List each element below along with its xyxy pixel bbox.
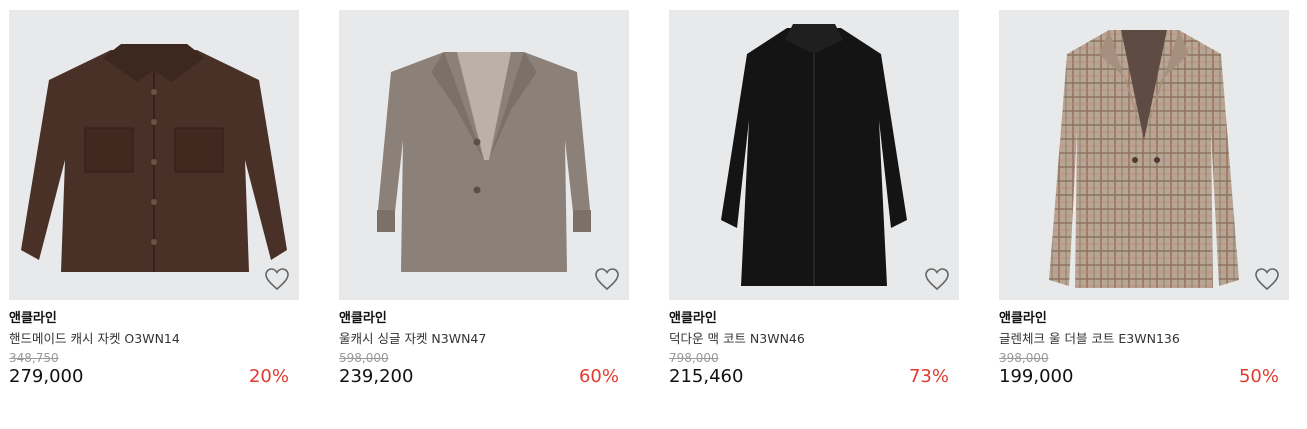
product-card[interactable]: 앤클라인 울캐시 싱글 자켓 N3WN47 598,000 239,200 60…: [339, 10, 629, 388]
wishlist-heart-icon[interactable]: [924, 267, 950, 291]
product-brand: 앤클라인: [999, 311, 1047, 326]
product-name[interactable]: 울캐시 싱글 자켓 N3WN47: [339, 330, 629, 347]
wishlist-heart-icon[interactable]: [594, 267, 620, 291]
product-image[interactable]: [339, 10, 629, 300]
original-price: 348,750: [9, 351, 59, 365]
product-brand: 앤클라인: [669, 311, 717, 326]
product-name[interactable]: 핸드메이드 캐시 자켓 O3WN14: [9, 330, 299, 347]
product-brand: 앤클라인: [339, 311, 387, 326]
discount-rate: 73%: [908, 366, 949, 387]
discount-rate: 50%: [1238, 366, 1279, 387]
sale-price: 279,000: [9, 366, 84, 387]
original-price: 598,000: [339, 351, 389, 365]
taupe-jacket-image: [377, 52, 591, 272]
discount-rate: 60%: [578, 366, 619, 387]
sale-price: 239,200: [339, 366, 414, 387]
black-coat-image: [721, 24, 907, 286]
product-grid: 앤클라인 핸드메이드 캐시 자켓 O3WN14 348,750 279,000 …: [0, 0, 1307, 429]
product-card[interactable]: 앤클라인 덕다운 맥 코트 N3WN46 798,000 215,460 73%: [669, 10, 959, 388]
sale-price: 215,460: [669, 366, 744, 387]
original-price: 398,000: [999, 351, 1049, 365]
product-brand: 앤클라인: [9, 311, 57, 326]
product-name[interactable]: 글렌체크 울 더블 코트 E3WN136: [999, 330, 1289, 347]
product-image[interactable]: [669, 10, 959, 300]
product-card[interactable]: 앤클라인 글렌체크 울 더블 코트 E3WN136 398,000 199,00…: [999, 10, 1289, 388]
brown-jacket-image: [21, 44, 287, 272]
discount-rate: 20%: [248, 366, 289, 387]
product-image[interactable]: [9, 10, 299, 300]
sale-price: 199,000: [999, 366, 1074, 387]
wishlist-heart-icon[interactable]: [1254, 267, 1280, 291]
product-image[interactable]: [999, 10, 1289, 300]
product-name[interactable]: 덕다운 맥 코트 N3WN46: [669, 330, 959, 347]
original-price: 798,000: [669, 351, 719, 365]
product-card[interactable]: 앤클라인 핸드메이드 캐시 자켓 O3WN14 348,750 279,000 …: [9, 10, 299, 388]
check-coat-image: [1049, 30, 1239, 288]
wishlist-heart-icon[interactable]: [264, 267, 290, 291]
